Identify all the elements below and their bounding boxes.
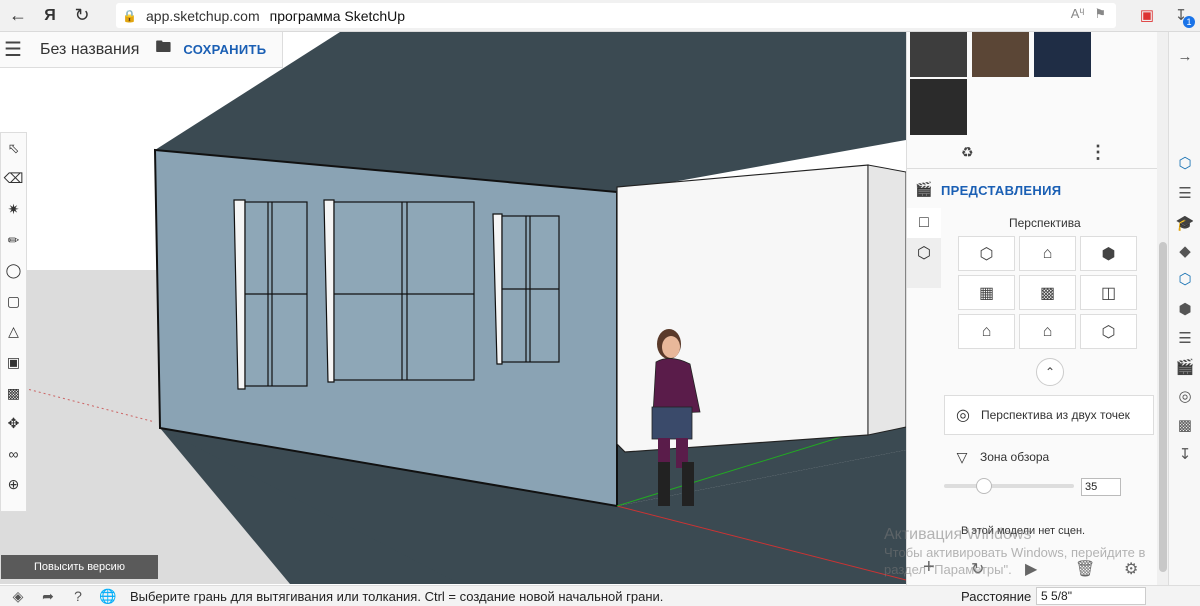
save-button[interactable]: СОХРАНИТЬ: [183, 42, 266, 57]
browser-toolbar: ← Я ↻ 🔒 app.sketchup.com программа Sketc…: [0, 0, 1200, 32]
tab-camera-icon[interactable]: □: [907, 208, 941, 238]
pencil-line-icon[interactable]: ✏: [1, 225, 27, 256]
display-icon[interactable]: ◎: [1175, 386, 1195, 406]
3d-viewport[interactable]: [0, 32, 906, 584]
folder-icon[interactable]: 🖿: [155, 36, 171, 63]
model-scene: [0, 32, 906, 584]
download-model-icon[interactable]: ↧: [1175, 444, 1195, 464]
entity-info-icon[interactable]: ⬡: [1175, 153, 1195, 173]
more-options-icon[interactable]: ⋮: [1089, 142, 1107, 163]
translate-icon[interactable]: Aᶣ: [1071, 6, 1085, 22]
move-tool-icon[interactable]: ✥: [1, 408, 27, 439]
back-icon[interactable]: ←: [4, 2, 32, 30]
instructor-icon[interactable]: 🎓: [1175, 213, 1195, 233]
outliner-icon[interactable]: ☰: [1175, 183, 1195, 203]
app-header: ☰ Без названия 🖿 СОХРАНИТЬ: [0, 32, 283, 68]
scenes-header[interactable]: 🎬 ПРЕДСТАВЛЕНИЯ: [907, 172, 1157, 208]
material-swatch-1[interactable]: [910, 32, 967, 77]
back-view-icon[interactable]: ▩: [1019, 275, 1076, 310]
right-view-icon[interactable]: ◫: [1080, 275, 1137, 310]
reload-icon[interactable]: ↻: [68, 2, 96, 30]
view-tabs: □ ⬡: [907, 208, 941, 288]
materials-icon[interactable]: ⬡: [1175, 269, 1195, 289]
walk-tool-icon[interactable]: ∞: [1, 439, 27, 470]
material-swatch-3[interactable]: [1034, 32, 1091, 77]
field-of-view-input[interactable]: 35: [1081, 478, 1121, 496]
status-bar: ◈ ➦ ? 🌐 Выберите грань для вытягивания и…: [0, 585, 1200, 606]
iso-view-icon[interactable]: ⬡: [958, 236, 1015, 271]
layers-icon[interactable]: ☰: [1175, 328, 1195, 348]
field-of-view-row: ▽ Зона обзора: [944, 442, 1050, 472]
address-bar[interactable]: 🔒 app.sketchup.com программа SketchUp Aᶣ…: [116, 3, 1116, 28]
field-of-view-label: Зона обзора: [980, 450, 1050, 464]
watermark-title: Активация Windows: [884, 526, 1032, 543]
share-icon[interactable]: ➦: [36, 586, 60, 606]
offset-tool-icon[interactable]: ▣: [1, 347, 27, 378]
url-text: app.sketchup.com: [146, 7, 260, 24]
house-iso-icon[interactable]: ⌂: [958, 314, 1015, 349]
slider-handle[interactable]: [976, 478, 992, 494]
top-view-icon[interactable]: ⌂: [1019, 236, 1076, 271]
globe-icon[interactable]: 🌐: [96, 586, 120, 606]
windows-activation-watermark: Активация Windows Чтобы активировать Win…: [884, 525, 1145, 578]
bottom-view-icon[interactable]: ⬡: [1080, 314, 1137, 349]
upgrade-button[interactable]: Повысить версию: [1, 555, 158, 579]
two-point-label: Перспектива из двух точек: [981, 408, 1130, 422]
field-of-view-slider[interactable]: [944, 478, 1074, 494]
push-pull-icon[interactable]: △: [1, 317, 27, 348]
bookmark-icon[interactable]: ⚑: [1094, 6, 1106, 22]
recycle-icon[interactable]: ♻: [961, 144, 974, 161]
material-swatch-4[interactable]: [910, 79, 967, 135]
scenes-icon: 🎬: [915, 181, 933, 197]
yandex-icon[interactable]: Я: [36, 2, 64, 30]
styles-icon[interactable]: ⬢: [1175, 299, 1195, 319]
document-name[interactable]: Без названия: [40, 41, 139, 59]
right-panel: ♻ ⋮ 🎬 ПРЕДСТАВЛЕНИЯ □ ⬡ Перспектива ⬡ ⌂ …: [906, 32, 1169, 585]
scenes-title: ПРЕДСТАВЛЕНИЯ: [941, 182, 1062, 198]
status-message: Выберите грань для вытягивания или толка…: [130, 588, 664, 604]
lock-icon: 🔒: [122, 8, 137, 23]
watermark-line-1: Чтобы активировать Windows, перейдите в: [884, 545, 1146, 560]
distance-value[interactable]: 5 5/8": [1036, 587, 1146, 605]
help-icon[interactable]: ?: [66, 586, 90, 606]
perspective-label: Перспектива: [1009, 216, 1081, 230]
scrollbar-thumb[interactable]: [1159, 242, 1167, 572]
paint-bucket-icon[interactable]: ✷: [1, 194, 27, 225]
eye-icon: ◎: [956, 407, 970, 424]
window-right: [492, 213, 560, 365]
house-front-icon[interactable]: ⌂: [1019, 314, 1076, 349]
tape-measure-icon[interactable]: ▩: [1, 378, 27, 409]
arc-tool-icon[interactable]: ◯: [1, 255, 27, 286]
tab-cube-icon[interactable]: ⬡: [907, 238, 941, 268]
scenes-tray-icon[interactable]: 🎬: [1175, 357, 1195, 377]
menu-icon[interactable]: ☰: [4, 37, 32, 62]
right-tray: → ⬡ ☰ 🎓 ◆ ⬡ ⬢ ☰ 🎬 ◎ ▩ ↧: [1168, 32, 1200, 585]
rectangle-tool-icon[interactable]: ▢: [1, 286, 27, 317]
downloads-icon[interactable]: ↧ 1: [1170, 4, 1195, 28]
distance-label: Расстояние: [961, 589, 1032, 604]
page-title: программа SketchUp: [269, 7, 406, 24]
two-point-perspective-button[interactable]: ◎ Перспектива из двух точек: [944, 395, 1154, 435]
sketchup-logo-icon: ◈: [12, 587, 24, 604]
watermark-line-2: раздел "Параметры".: [884, 562, 1012, 577]
left-toolbar: ⬁ ⌫ ✷ ✏ ◯ ▢ △ ▣ ▩ ✥ ∞ ⊕: [0, 132, 27, 512]
window-middle: [323, 199, 475, 383]
collapse-icon[interactable]: ⌃: [1036, 358, 1064, 386]
shadows-icon[interactable]: ▩: [1175, 415, 1195, 435]
material-swatch-2[interactable]: [972, 32, 1029, 77]
extension-icon[interactable]: ▣: [1136, 4, 1158, 26]
components-icon[interactable]: ◆: [1175, 241, 1195, 261]
standard-views-grid: ⬡ ⌂ ⬢ ▦ ▩ ◫ ⌂ ⌂ ⬡: [958, 236, 1137, 349]
field-of-view-icon: ▽: [956, 448, 968, 465]
left-view-icon[interactable]: ▦: [958, 275, 1015, 310]
eraser-tool-icon[interactable]: ⌫: [1, 164, 27, 195]
window-left: [233, 199, 308, 390]
front-view-icon[interactable]: ⬢: [1080, 236, 1137, 271]
downloads-badge: 1: [1183, 16, 1195, 28]
orbit-tool-icon[interactable]: ⊕: [1, 470, 27, 501]
collapse-arrow-icon[interactable]: →: [1175, 46, 1195, 66]
select-tool-icon[interactable]: ⬁: [1, 133, 27, 164]
